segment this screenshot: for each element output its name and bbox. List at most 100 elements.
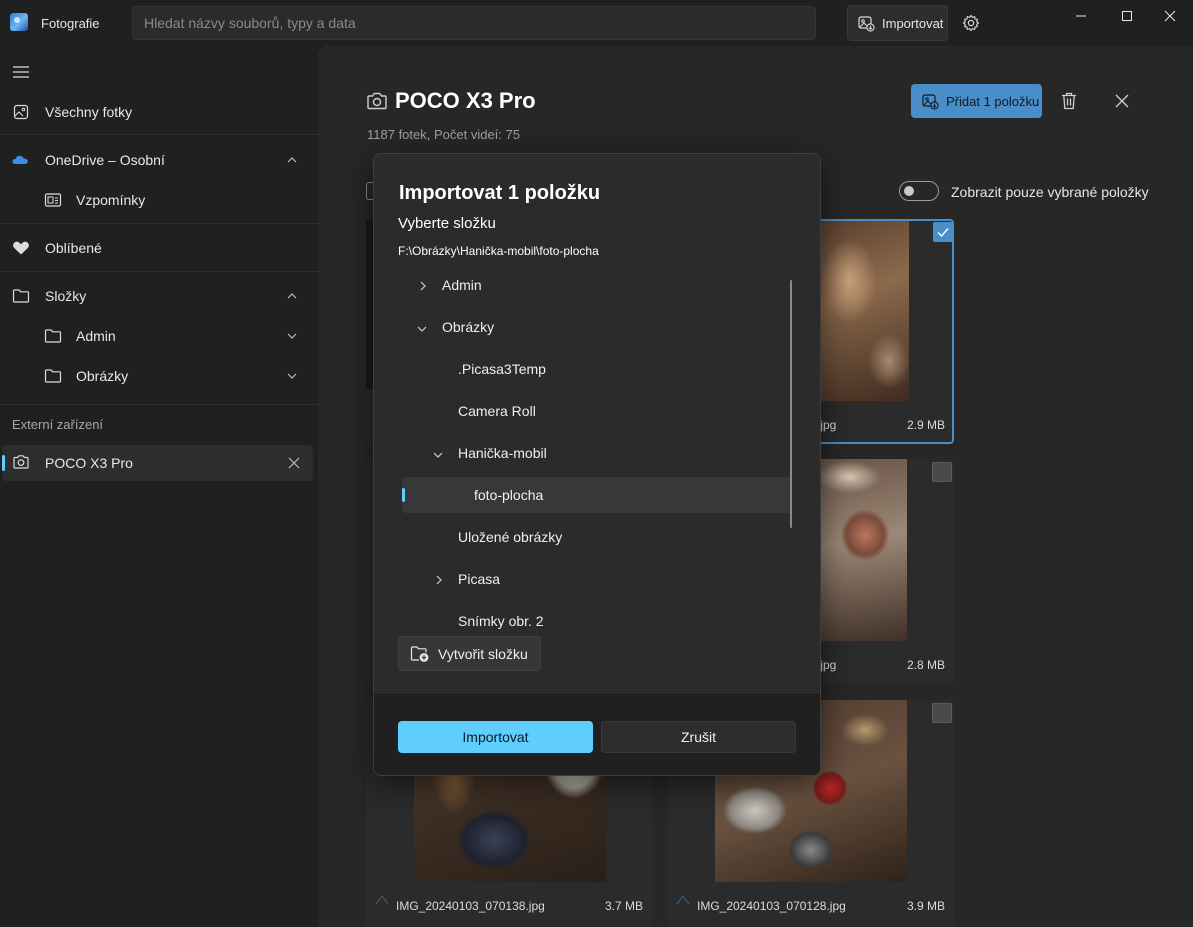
device-label: POCO X3 Pro	[45, 455, 133, 471]
sidebar-item-pictures[interactable]: Obrázky	[0, 356, 318, 396]
tree-item-picasa[interactable]: Picasa	[402, 561, 792, 597]
tree-item-admin[interactable]: Admin	[402, 267, 792, 303]
settings-button[interactable]	[958, 10, 984, 36]
tree-item-hanicka-mobil[interactable]: Hanička-mobil	[402, 435, 792, 471]
sidebar-item-device[interactable]: POCO X3 Pro	[2, 445, 313, 481]
chevron-up-icon[interactable]	[286, 289, 298, 305]
sidebar-item-label: OneDrive – Osobní	[45, 152, 165, 168]
chevron-down-icon[interactable]	[286, 329, 298, 345]
selected-path: F:\Obrázky\Hanička-mobil\foto-plocha	[398, 244, 599, 258]
sidebar-item-onedrive[interactable]: OneDrive – Osobní	[0, 140, 318, 180]
photo-icon	[12, 103, 30, 121]
sidebar-item-label: Obrázky	[76, 368, 129, 384]
tree-item-label: Picasa	[458, 571, 501, 587]
download-icon	[675, 891, 691, 910]
cancel-label: Zrušit	[681, 729, 716, 745]
tree-item-label: Hanička-mobil	[458, 445, 547, 461]
photo-filename: IMG_20240103_070138.jpg	[396, 899, 545, 913]
add-items-label: Přidat 1 položku	[946, 93, 1040, 109]
tree-item-saved-pictures[interactable]: Uložené obrázky	[402, 519, 792, 555]
close-import-view-button[interactable]	[1113, 92, 1131, 110]
show-selected-toggle[interactable]	[899, 181, 939, 201]
sidebar-item-memories[interactable]: Vzpomínky	[0, 180, 318, 220]
sidebar-item-folders[interactable]: Složky	[0, 276, 318, 316]
chevron-down-icon[interactable]	[432, 447, 444, 463]
import-confirm-button[interactable]: Importovat	[398, 721, 593, 753]
sidebar-divider	[0, 271, 318, 272]
maximize-button[interactable]	[1104, 0, 1150, 32]
memories-icon	[44, 191, 62, 209]
chevron-down-icon[interactable]	[286, 369, 298, 385]
eject-device-button[interactable]	[288, 456, 300, 472]
sidebar-item-admin[interactable]: Admin	[0, 316, 318, 356]
photo-checkbox[interactable]	[932, 462, 952, 482]
tree-item-label: Snímky obr. 2	[458, 613, 544, 629]
minimize-icon	[1076, 15, 1086, 17]
sidebar-item-all-photos[interactable]: Všechny fotky	[0, 92, 318, 132]
app-title: Fotografie	[41, 16, 100, 31]
tree-item-label: Obrázky	[442, 319, 495, 335]
import-button-label: Importovat	[882, 15, 944, 31]
show-selected-label: Zobrazit pouze vybrané položky	[951, 184, 1149, 200]
tree-item-picasa3temp[interactable]: .Picasa3Temp	[402, 351, 792, 387]
sidebar-divider	[0, 134, 318, 135]
tree-item-label: Uložené obrázky	[458, 529, 563, 545]
import-confirm-label: Importovat	[462, 729, 529, 745]
sidebar-item-favorites[interactable]: Oblíbené	[0, 228, 318, 268]
tree-item-label: .Picasa3Temp	[458, 361, 546, 377]
search-input[interactable]	[133, 7, 815, 39]
dialog-subtitle: Vyberte složku	[398, 215, 496, 232]
tree-item-pictures[interactable]: Obrázky	[402, 309, 792, 345]
menu-button[interactable]	[12, 65, 30, 82]
minimize-button[interactable]	[1058, 0, 1104, 32]
new-folder-icon	[410, 645, 429, 662]
camera-icon	[12, 454, 30, 473]
tree-item-label: Admin	[442, 277, 482, 293]
delete-button[interactable]	[1058, 90, 1080, 112]
close-icon	[1164, 10, 1176, 22]
search-box[interactable]	[132, 6, 816, 40]
folder-tree: Admin Obrázky .Picasa3Temp Camera Roll H…	[374, 262, 820, 632]
sidebar-divider	[0, 404, 318, 405]
folder-icon	[44, 327, 62, 345]
close-icon	[288, 457, 300, 469]
sidebar-item-label: Vzpomínky	[76, 192, 146, 208]
cancel-button[interactable]: Zrušit	[601, 721, 796, 753]
close-window-button[interactable]	[1147, 0, 1193, 32]
tree-item-camera-roll[interactable]: Camera Roll	[402, 393, 792, 429]
photo-checkbox[interactable]	[932, 703, 952, 723]
tree-item-label: Camera Roll	[458, 403, 536, 419]
cloud-icon	[11, 151, 29, 169]
download-icon	[374, 891, 390, 910]
external-devices-heading: Externí zařízení	[12, 417, 104, 432]
photo-thumbnail	[819, 221, 909, 401]
page-subtitle: 1187 fotek, Počet videí: 75	[367, 127, 520, 142]
selection-indicator	[2, 455, 5, 471]
chevron-down-icon[interactable]	[416, 321, 428, 337]
photo-thumbnail	[819, 459, 907, 641]
import-icon	[858, 16, 875, 32]
tree-item-screenshots-2[interactable]: Snímky obr. 2	[402, 603, 792, 632]
tree-item-label: foto-plocha	[474, 487, 544, 503]
dialog-title: Importovat 1 položku	[399, 182, 601, 204]
sidebar-item-label: Admin	[76, 328, 116, 344]
folder-icon	[12, 287, 30, 305]
photo-filesize: 2.9 MB	[907, 418, 946, 432]
chevron-right-icon[interactable]	[418, 279, 428, 295]
add-items-button[interactable]: Přidat 1 položku	[911, 84, 1042, 118]
checkmark-icon	[937, 228, 949, 238]
page-title: POCO X3 Pro	[395, 88, 536, 113]
dialog-footer: Importovat Zrušit	[374, 694, 820, 775]
folder-icon	[44, 367, 62, 385]
chevron-right-icon[interactable]	[434, 573, 444, 589]
photo-checkbox[interactable]	[933, 222, 952, 242]
sidebar-divider	[0, 223, 318, 224]
tree-scrollbar[interactable]	[790, 280, 792, 528]
trash-icon	[1062, 92, 1076, 110]
tree-item-foto-plocha[interactable]: foto-plocha	[402, 477, 792, 513]
hamburger-icon	[13, 66, 29, 78]
create-folder-button[interactable]: Vytvořit složku	[398, 636, 541, 671]
import-button[interactable]: Importovat	[847, 5, 948, 41]
chevron-up-icon[interactable]	[286, 153, 298, 169]
photo-filesize: 3.9 MB	[907, 899, 946, 913]
